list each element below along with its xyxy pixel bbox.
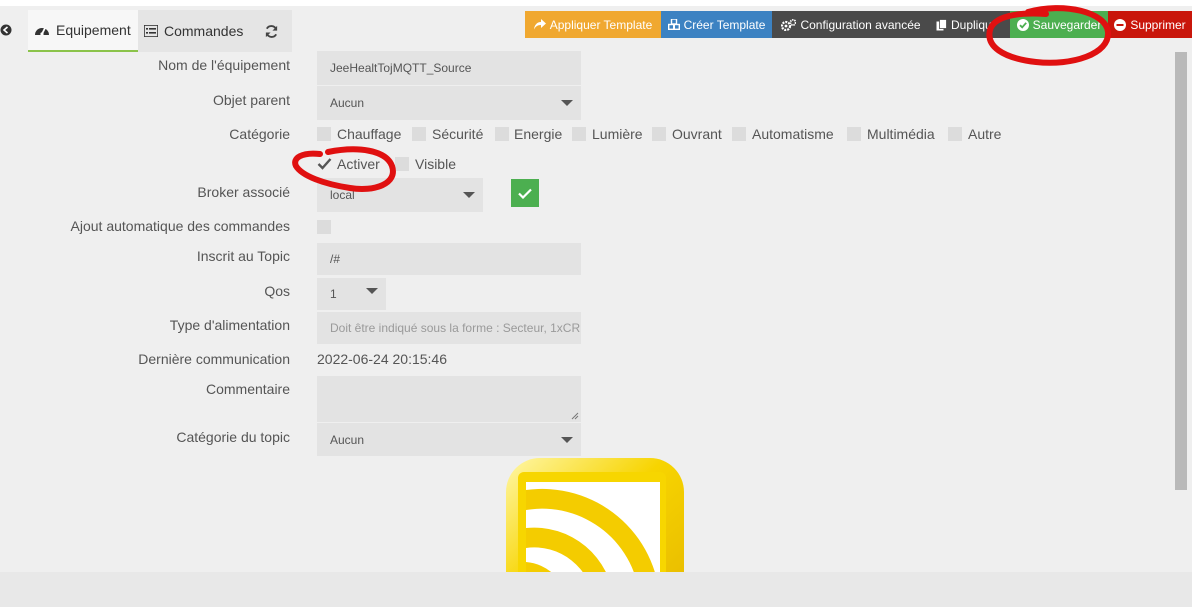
comment-label: Commentaire [205,381,290,397]
category-checkbox-automatisme[interactable] [732,127,746,141]
parent-label: Objet parent [212,92,290,108]
minus-circle-icon [1114,18,1127,31]
arrow-circle-left-icon[interactable] [0,24,12,36]
visible-label: Visible [415,156,456,172]
tab-equipement[interactable]: Equipement [28,10,138,52]
topic-value: /# [330,252,341,266]
create-template-label: Créer Template [683,17,766,32]
auto-add-checkbox[interactable] [317,220,331,234]
qos-label: Qos [264,283,290,299]
comment-textarea[interactable] [317,376,581,422]
parent-value: Aucun [330,96,365,110]
share-icon [533,19,546,30]
refresh-icon [265,24,277,38]
qos-value: 1 [330,287,337,301]
chevron-down-icon [561,437,573,443]
broker-value: local [330,188,355,202]
topic-category-label: Catégorie du topic [176,429,290,445]
category-label-chauffage: Chauffage [337,126,402,142]
tab-commandes[interactable]: Commandes [138,10,250,52]
active-label: Activer [337,156,380,172]
footer-area [0,572,1192,607]
chevron-down-icon [366,288,378,294]
scrollbar[interactable] [1175,52,1187,490]
apply-template-button[interactable]: Appliquer Template [525,11,661,38]
category-label: Catégorie [229,126,290,142]
broker-validate-button[interactable] [511,179,539,207]
broker-select[interactable]: local [317,178,483,212]
active-checkbox[interactable] [317,157,332,170]
category-label-autre: Autre [968,126,1002,142]
tab-commandes-label: Commandes [164,23,244,39]
category-label-energie: Energie [514,126,563,142]
copy-icon [936,18,947,30]
delete-button[interactable]: Supprimer [1108,11,1192,38]
category-label-ouvrant: Ouvrant [672,126,722,142]
broker-label: Broker associé [197,184,290,200]
check-icon [518,188,532,199]
category-checkbox-lumiere[interactable] [572,127,586,141]
category-label-automatisme: Automatisme [752,126,834,142]
advanced-config-button[interactable]: Configuration avancée [772,11,930,38]
cogs-icon [781,18,797,31]
category-checkbox-chauffage[interactable] [317,127,331,141]
last-comm-value: 2022-06-24 20:15:46 [317,351,447,367]
category-label-lumiere: Lumière [592,126,643,142]
refresh-button[interactable] [250,10,292,52]
power-placeholder: Doit être indiqué sous la forme : Secteu… [330,321,581,335]
category-label-multimedia: Multimédia [867,126,935,142]
delete-label: Supprimer [1130,17,1186,32]
plugin-logo-icon [506,458,684,572]
chevron-down-icon [561,100,573,106]
apply-template-label: Appliquer Template [549,17,653,32]
resize-handle-icon[interactable] [571,412,579,420]
category-checkbox-securite[interactable] [412,127,426,141]
create-template-button[interactable]: Créer Template [661,11,772,38]
duplicate-button[interactable]: Dupliqu [930,11,1010,38]
tachometer-icon [35,27,49,36]
topic-category-value: Aucun [330,432,365,447]
auto-add-label: Ajout automatique des commandes [70,218,290,234]
cubes-icon [667,19,680,30]
list-icon [144,25,158,37]
name-input[interactable]: JeeHealtTojMQTT_Source [317,51,581,85]
category-checkbox-ouvrant[interactable] [652,127,666,141]
power-input[interactable]: Doit être indiqué sous la forme : Secteu… [317,312,581,344]
category-checkbox-multimedia[interactable] [847,127,861,141]
power-label: Type d'alimentation [169,317,290,333]
category-checkbox-energie[interactable] [495,127,509,141]
category-label-securite: Sécurité [432,126,484,142]
advanced-config-label: Configuration avancée [800,17,921,32]
topic-category-select[interactable]: Aucun [317,423,581,456]
topic-input[interactable]: /# [317,243,581,275]
chevron-down-icon [463,192,475,198]
name-label: Nom de l'équipement [158,57,290,73]
visible-checkbox[interactable] [395,157,409,171]
tab-equipement-label: Equipement [56,22,131,38]
last-comm-label: Dernière communication [138,351,290,367]
parent-select[interactable]: Aucun [317,86,581,120]
duplicate-label: Dupliqu [951,17,992,32]
category-checkbox-autre[interactable] [948,127,962,141]
name-value: JeeHealtTojMQTT_Source [330,61,472,75]
save-button[interactable]: Sauvegarder [1010,11,1108,38]
check-circle-icon [1016,18,1029,31]
topic-label: Inscrit au Topic [196,248,290,264]
save-label: Sauvegarder [1032,17,1102,32]
qos-select[interactable]: 1 [317,278,386,310]
